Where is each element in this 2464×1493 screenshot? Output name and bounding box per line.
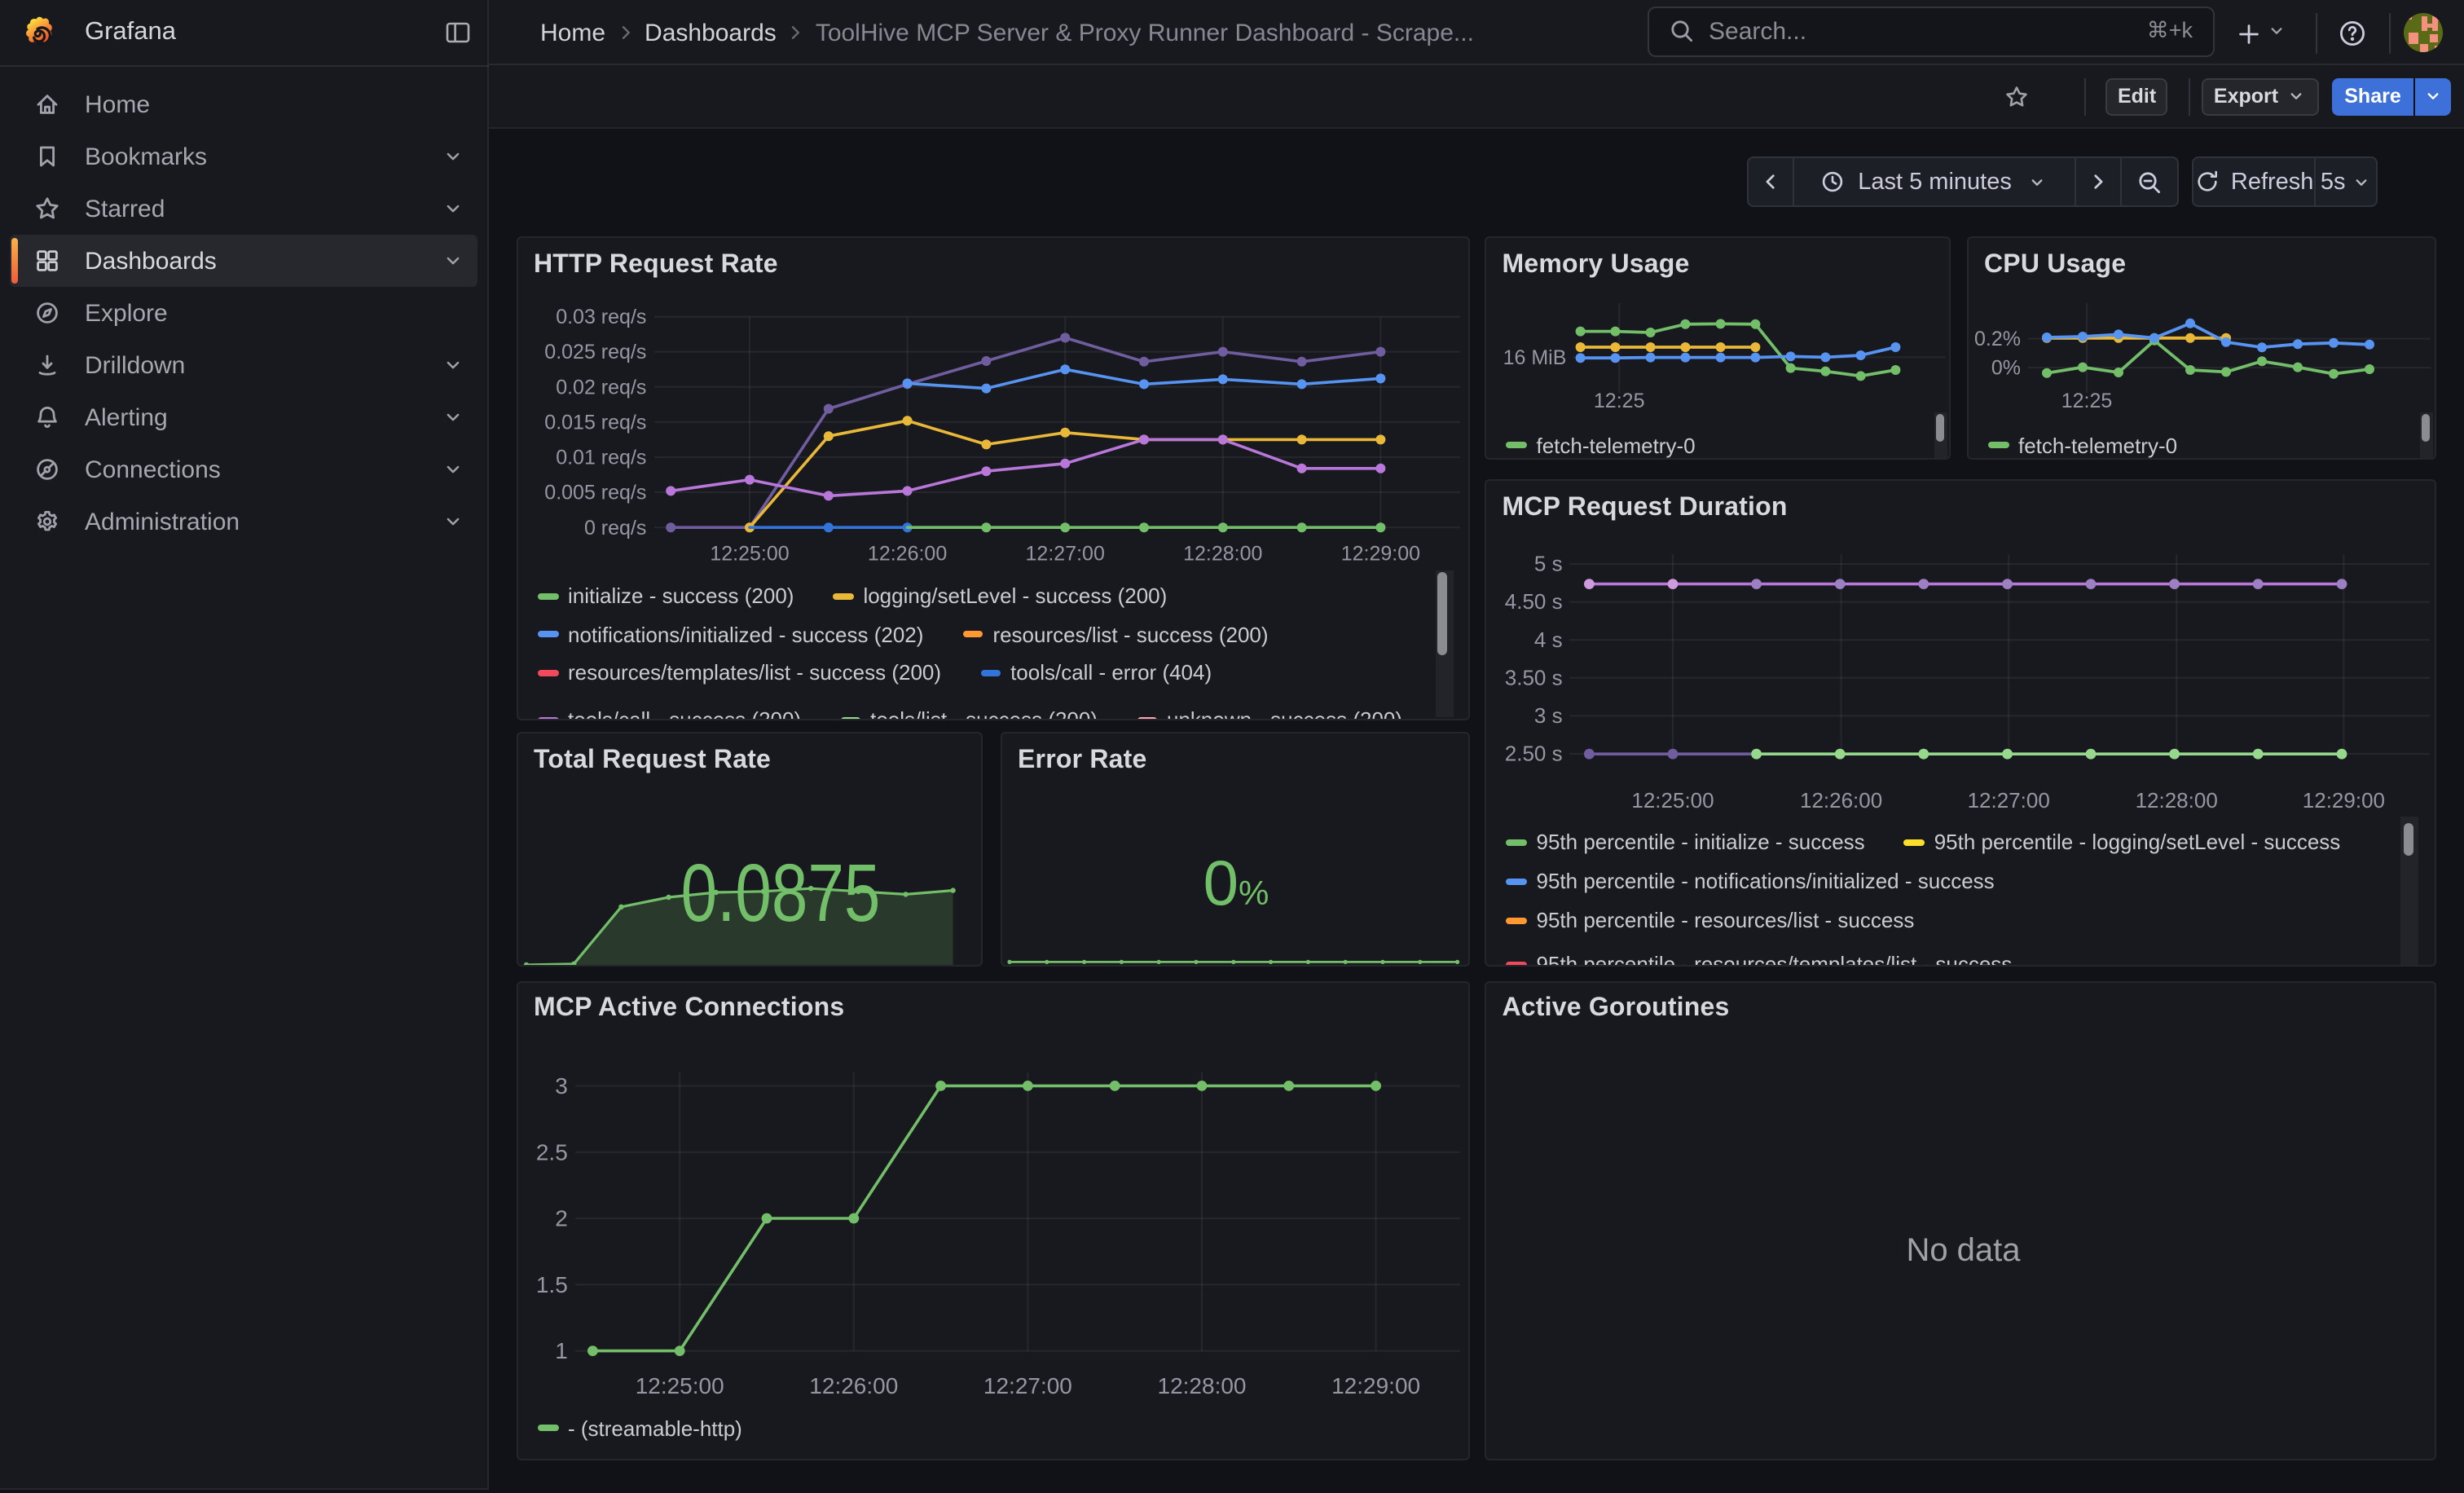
svg-text:3: 3	[554, 1073, 567, 1099]
svg-text:12:26:00: 12:26:00	[808, 1373, 897, 1398]
svg-text:4.50 s: 4.50 s	[1504, 589, 1562, 614]
svg-text:12:27:00: 12:27:00	[983, 1373, 1071, 1398]
svg-text:0.02 req/s: 0.02 req/s	[555, 376, 645, 399]
svg-text:1: 1	[554, 1338, 567, 1363]
svg-text:4 s: 4 s	[1533, 628, 1562, 652]
svg-text:3.50 s: 3.50 s	[1504, 665, 1562, 689]
svg-text:12:27:00: 12:27:00	[1967, 788, 2049, 813]
svg-text:12:25: 12:25	[1593, 390, 1644, 412]
svg-text:12:29:00: 12:29:00	[1340, 543, 1419, 566]
svg-text:12:26:00: 12:26:00	[1799, 788, 1881, 813]
svg-text:0.005 req/s: 0.005 req/s	[543, 482, 645, 504]
svg-text:12:28:00: 12:28:00	[1182, 543, 1261, 566]
svg-text:0%: 0%	[1991, 357, 2020, 380]
svg-text:3 s: 3 s	[1533, 703, 1562, 728]
svg-text:2.5: 2.5	[535, 1139, 567, 1165]
svg-text:0.2%: 0.2%	[1973, 328, 2020, 350]
svg-text:16 MiB: 16 MiB	[1503, 346, 1566, 369]
svg-text:0.015 req/s: 0.015 req/s	[543, 411, 645, 434]
svg-text:0 req/s: 0 req/s	[583, 517, 645, 540]
svg-text:0.025 req/s: 0.025 req/s	[543, 341, 645, 363]
svg-text:0.03 req/s: 0.03 req/s	[555, 306, 645, 328]
svg-text:12:25:00: 12:25:00	[709, 543, 788, 566]
svg-text:12:25: 12:25	[2061, 390, 2112, 412]
svg-text:5 s: 5 s	[1533, 552, 1562, 576]
svg-text:12:29:00: 12:29:00	[1331, 1373, 1419, 1398]
svg-text:1.5: 1.5	[535, 1271, 567, 1297]
svg-text:12:25:00: 12:25:00	[635, 1373, 724, 1398]
svg-text:12:29:00: 12:29:00	[2302, 788, 2384, 813]
svg-text:12:28:00: 12:28:00	[1157, 1373, 1246, 1398]
svg-text:12:25:00: 12:25:00	[1631, 788, 1714, 813]
svg-text:12:27:00: 12:27:00	[1025, 543, 1104, 566]
svg-text:12:26:00: 12:26:00	[867, 543, 946, 566]
svg-text:0.01 req/s: 0.01 req/s	[555, 447, 645, 469]
svg-text:12:28:00: 12:28:00	[2135, 788, 2217, 813]
svg-text:2: 2	[554, 1205, 567, 1231]
svg-text:2.50 s: 2.50 s	[1504, 742, 1562, 766]
